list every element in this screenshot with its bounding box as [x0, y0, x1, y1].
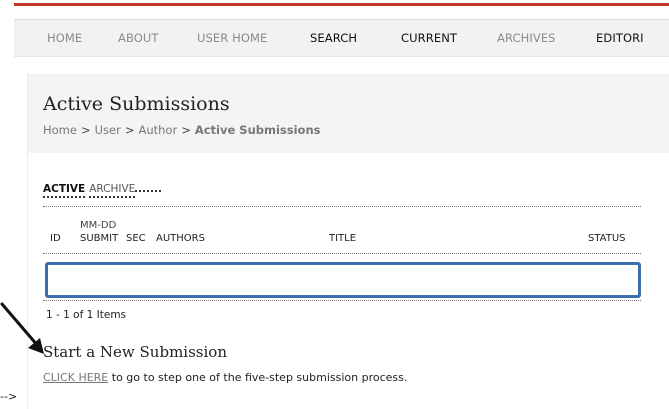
column-header-status[interactable]: STATUS	[588, 233, 626, 244]
breadcrumb-separator: >	[80, 123, 91, 137]
breadcrumb-current[interactable]: Active Submissions	[195, 123, 321, 137]
main-content: Active Submissions Home > User > Author > Acti…	[27, 74, 669, 409]
instruction-text: to go to step one of the five-step submi…	[108, 371, 408, 384]
highlighted-empty-row	[45, 262, 641, 298]
nav-current[interactable]: CURRENT	[401, 31, 457, 45]
column-header-authors[interactable]: AUTHORS	[156, 233, 205, 244]
top-accent-bar	[14, 3, 669, 6]
breadcrumb: Home > User > Author > Active Submissions	[43, 123, 320, 137]
breadcrumb-separator: >	[181, 123, 191, 137]
page-title: Active Submissions	[43, 93, 230, 115]
column-header-submit[interactable]: SUBMIT	[80, 233, 118, 244]
click-here-link[interactable]: CLICK HERE	[43, 371, 108, 384]
column-header-sec[interactable]: SEC	[126, 233, 146, 244]
tab-active[interactable]: ACTIVE	[43, 183, 86, 198]
nav-home[interactable]: HOME	[47, 31, 82, 45]
nav-user-home[interactable]: USER HOME	[197, 31, 267, 45]
breadcrumb-home[interactable]: Home	[43, 123, 77, 137]
nav-archives[interactable]: ARCHIVES	[497, 31, 556, 45]
table-bottom-divider	[43, 300, 641, 301]
pointer-arrow-icon	[0, 302, 44, 354]
column-header-title[interactable]: TITLE	[329, 233, 356, 244]
table-header-divider	[43, 253, 641, 254]
tab-archive[interactable]: ARCHIVE	[89, 183, 136, 198]
breadcrumb-author[interactable]: Author	[138, 123, 177, 137]
stray-comment-text: -->	[0, 390, 18, 403]
nav-about[interactable]: ABOUT	[118, 31, 159, 45]
tab-divider	[135, 179, 162, 192]
column-header-id[interactable]: ID	[50, 233, 61, 244]
nav-editorial[interactable]: EDITORI	[596, 31, 644, 45]
new-submission-instruction: CLICK HERE to go to step one of the five…	[43, 371, 407, 384]
main-navigation: HOME ABOUT USER HOME SEARCH CURRENT ARCH…	[14, 19, 669, 57]
page-header: Active Submissions Home > User > Author > Acti…	[28, 75, 669, 153]
submission-tabs: ACTIVE ARCHIVE	[43, 179, 162, 198]
table-top-divider	[43, 206, 641, 207]
nav-search[interactable]: SEARCH	[310, 31, 357, 45]
new-submission-heading: Start a New Submission	[43, 343, 227, 361]
breadcrumb-separator: >	[124, 123, 135, 137]
column-header-mmdd: MM-DD	[80, 220, 117, 231]
breadcrumb-user[interactable]: User	[95, 123, 121, 137]
